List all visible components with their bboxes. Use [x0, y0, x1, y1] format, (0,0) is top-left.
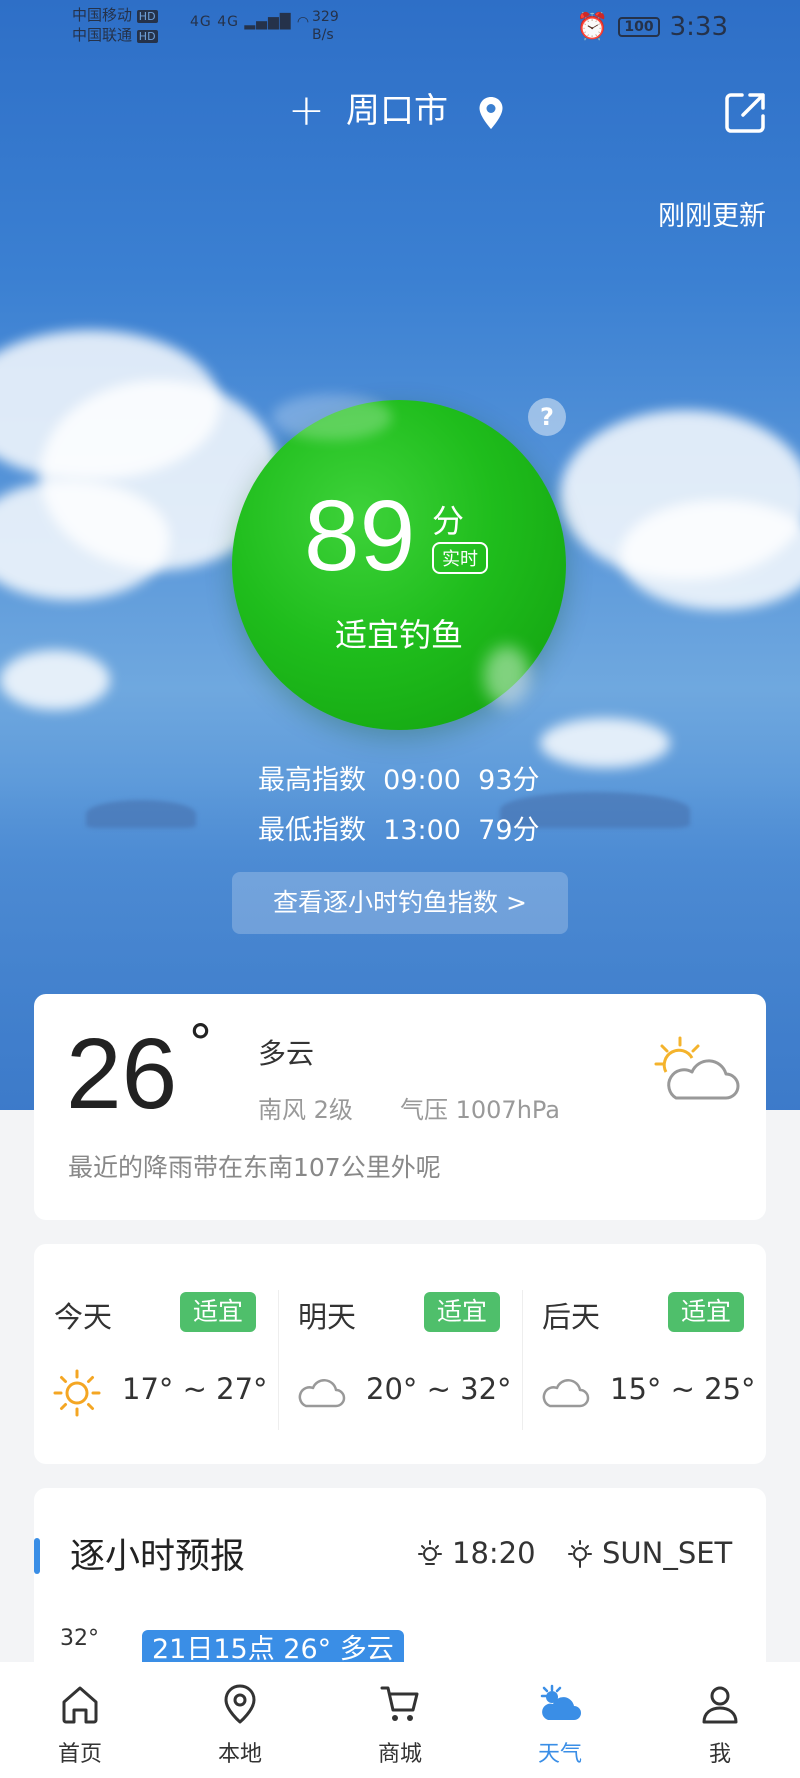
update-status: 刚刚更新	[658, 201, 766, 232]
status-bar: 中国移动 HD 中国联通 HD 4G 4G ▂▄▆█ ◠ 329 B/s ⏰ 1…	[0, 0, 800, 60]
temperature-range: 17° ~ 27°	[122, 1372, 268, 1406]
carrier-2: 中国联通	[72, 26, 133, 44]
forecast-day-tomorrow[interactable]: 明天 适宜 20° ~ 32°	[278, 1244, 522, 1464]
carrier-info: 中国移动 HD 中国联通 HD	[72, 6, 158, 46]
battery-icon: 100	[618, 17, 660, 37]
hourly-forecast-card: 逐小时预报 18:20 SUN_SET 32° 21日15点 26° 多云	[34, 1488, 766, 1688]
three-day-forecast-card: 今天 适宜 17° ~ 27° 明天 适宜 20° ~ 32° 后天 适宜 15…	[34, 1244, 766, 1464]
location-pin-icon	[479, 97, 503, 129]
sun-icon	[53, 1369, 101, 1417]
hourly-forecast-title: 逐小时预报	[70, 1537, 246, 1577]
lowest-index-label: 最低指数	[258, 815, 366, 846]
forecast-day-label: 后天	[542, 1300, 601, 1334]
hourly-max-temp: 32°	[60, 1626, 99, 1651]
tab-label: 天气	[537, 1742, 582, 1767]
tab-mall[interactable]: 商城	[320, 1662, 480, 1778]
weather-icon	[540, 1684, 581, 1720]
highest-index-label: 最高指数	[258, 765, 366, 796]
lowest-index: 最低指数 13:00 79分	[258, 808, 540, 847]
highest-index-time: 09:00	[383, 765, 461, 796]
cloud-icon	[298, 1379, 346, 1408]
suitable-badge: 适宜	[424, 1292, 500, 1332]
bottom-tab-bar: 首页 本地 商城 天气 我	[0, 1662, 800, 1778]
carrier-1: 中国移动	[72, 6, 133, 24]
cloud-shape	[540, 718, 670, 768]
help-button[interactable]: ?	[528, 398, 566, 436]
highest-index: 最高指数 09:00 93分	[258, 758, 540, 797]
status-right: ⏰ 100 3:33	[576, 12, 728, 42]
home-icon	[62, 1686, 98, 1724]
forecast-day-label: 明天	[298, 1300, 357, 1334]
temperature-range: 20° ~ 32°	[366, 1372, 512, 1406]
hd-badge: HD	[136, 10, 158, 23]
share-icon[interactable]	[722, 90, 768, 136]
sunrise-icon	[418, 1540, 442, 1565]
sunset-label: SUN_SET	[602, 1536, 733, 1570]
forecast-day-today[interactable]: 今天 适宜 17° ~ 27°	[34, 1244, 278, 1464]
location-icon	[224, 1684, 256, 1724]
island	[86, 800, 196, 828]
tab-weather[interactable]: 天气	[480, 1662, 640, 1778]
forecast-day-after-tomorrow[interactable]: 后天 适宜 15° ~ 25°	[522, 1244, 766, 1464]
network-speed: 329 B/s	[312, 8, 339, 44]
speed-unit: B/s	[312, 27, 334, 43]
partly-cloudy-icon	[654, 1036, 740, 1100]
fishing-verdict: 适宜钓鱼	[334, 616, 463, 654]
score-unit: 分	[432, 502, 465, 540]
temperature-range: 15° ~ 25°	[610, 1372, 756, 1406]
wind-info: 南风 2级	[258, 1096, 353, 1124]
top-bar: + 周口市	[0, 82, 800, 142]
sunset-info: SUN_SET	[564, 1536, 732, 1570]
cloud-shape	[0, 650, 110, 710]
tab-me[interactable]: 我	[640, 1662, 800, 1778]
sunset-icon	[568, 1540, 592, 1568]
fishing-score-ball[interactable]: 89 分 实时 适宜钓鱼	[232, 400, 566, 730]
score-value: 89	[304, 480, 416, 592]
tab-local[interactable]: 本地	[160, 1662, 320, 1778]
pressure-info: 气压 1007hPa	[400, 1096, 561, 1124]
tab-label: 我	[708, 1742, 731, 1767]
suitable-badge: 适宜	[180, 1292, 256, 1332]
clock: 3:33	[669, 12, 728, 42]
sunrise-time: 18:20	[452, 1536, 536, 1570]
lowest-index-score: 79分	[478, 815, 540, 846]
cart-icon	[380, 1686, 419, 1721]
realtime-badge: 实时	[432, 542, 488, 574]
speed-value: 329	[312, 9, 339, 25]
degree-symbol: °	[188, 1014, 213, 1072]
hourly-fishing-index-button[interactable]: 查看逐小时钓鱼指数 >	[232, 872, 568, 934]
signal-icon: 4G 4G ▂▄▆█ ◠	[190, 14, 311, 30]
alarm-icon: ⏰	[576, 12, 609, 42]
add-city-button[interactable]: +	[288, 82, 325, 140]
highest-index-score: 93分	[478, 765, 540, 796]
current-temperature: 26	[66, 1018, 178, 1130]
hd-badge: HD	[136, 30, 158, 43]
suitable-badge: 适宜	[668, 1292, 744, 1332]
cloud-shape	[620, 500, 800, 610]
tab-home[interactable]: 首页	[0, 1662, 160, 1778]
current-weather-card[interactable]: 26 ° 多云 南风 2级 气压 1007hPa 最近的降雨带在东南107公里外…	[34, 994, 766, 1220]
tab-label: 商城	[377, 1742, 422, 1767]
section-accent-bar	[34, 1538, 40, 1574]
rain-band-message: 最近的降雨带在东南107公里外呢	[68, 1153, 441, 1182]
forecast-day-label: 今天	[54, 1300, 113, 1334]
sunrise-info: 18:20	[414, 1536, 536, 1570]
tab-label: 本地	[217, 1742, 262, 1767]
cloud-icon	[542, 1379, 590, 1408]
lowest-index-time: 13:00	[383, 815, 461, 846]
tab-label: 首页	[57, 1742, 102, 1767]
city-name[interactable]: 周口市	[346, 82, 448, 140]
weather-condition: 多云	[258, 1037, 315, 1070]
profile-icon	[702, 1686, 738, 1724]
